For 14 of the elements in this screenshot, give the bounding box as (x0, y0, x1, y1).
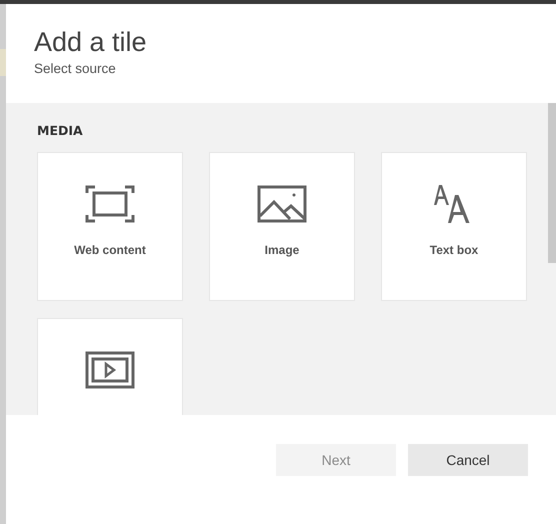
scrollbar-thumb[interactable] (548, 103, 556, 263)
frame-icon (85, 185, 135, 223)
tile-option[interactable]: Web content (37, 152, 183, 301)
tile-label: Web content (74, 243, 146, 257)
dialog-subtitle: Select source (34, 61, 116, 76)
section-heading: MEDIA (37, 123, 83, 138)
dialog-title: Add a tile (34, 26, 147, 58)
tile-label: Image (264, 243, 300, 257)
tile-option[interactable]: Text box (381, 152, 527, 301)
tile-option[interactable]: Image (209, 152, 355, 301)
image-icon (257, 185, 307, 223)
tile-label: Text box (430, 243, 478, 257)
cancel-button[interactable]: Cancel (408, 444, 528, 476)
video-icon (85, 351, 135, 389)
